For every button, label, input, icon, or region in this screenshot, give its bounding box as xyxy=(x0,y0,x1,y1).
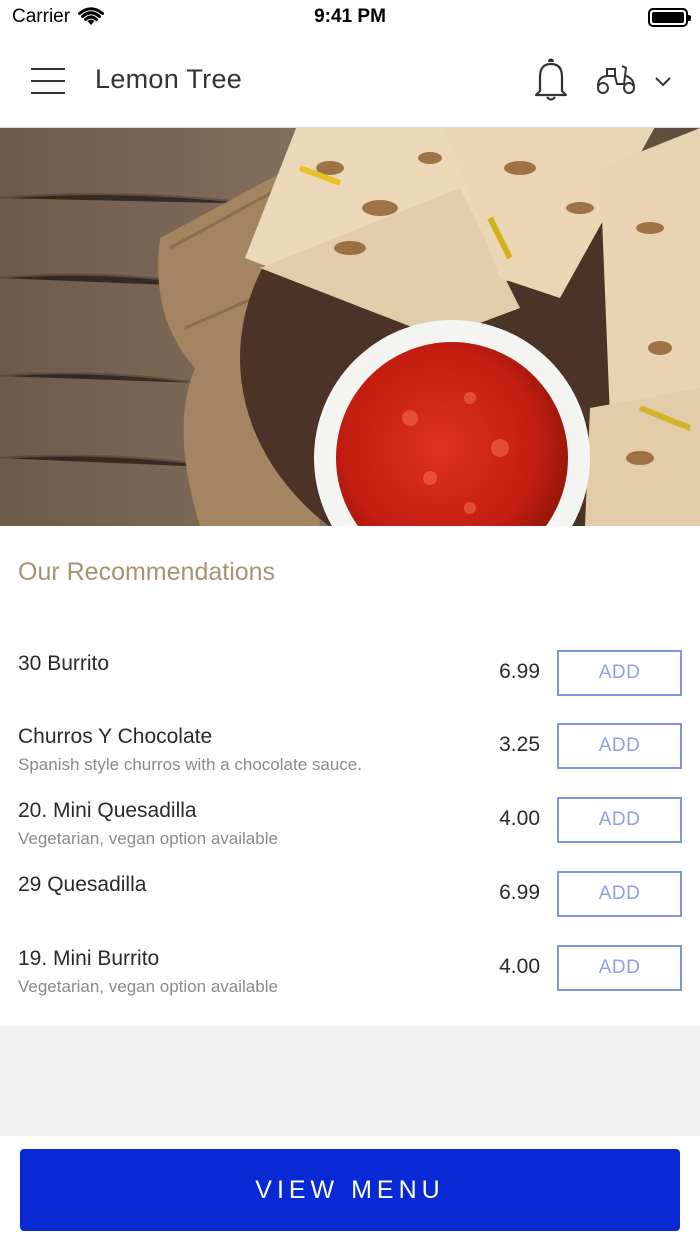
empty-area xyxy=(0,1026,700,1136)
list-item: Churros Y Chocolate Spanish style churro… xyxy=(0,723,700,799)
battery-icon xyxy=(648,7,691,27)
item-price: 4.00 xyxy=(499,807,540,830)
list-item: 29 Quesadilla 6.99 ADD xyxy=(0,871,700,947)
item-description: Vegetarian, vegan option available xyxy=(18,829,278,848)
app-header: Lemon Tree xyxy=(0,34,700,128)
item-price: 6.99 xyxy=(499,881,540,904)
scooter-icon[interactable] xyxy=(595,62,637,96)
status-time: 9:41 PM xyxy=(314,6,386,27)
item-price: 6.99 xyxy=(499,660,540,683)
hero-image xyxy=(0,128,700,526)
item-name: 30 Burrito xyxy=(18,652,110,675)
chevron-down-icon[interactable] xyxy=(652,70,674,92)
status-bar: Carrier 9:41 PM xyxy=(0,0,700,34)
view-menu-button[interactable]: VIEW MENU xyxy=(20,1149,680,1231)
item-description: Spanish style churros with a chocolate s… xyxy=(18,755,362,774)
list-item: 20. Mini Quesadilla Vegetarian, vegan op… xyxy=(0,797,700,873)
add-button[interactable]: ADD xyxy=(557,871,682,917)
list-item: 19. Mini Burrito Vegetarian, vegan optio… xyxy=(0,945,700,1021)
carrier-label: Carrier xyxy=(12,6,71,27)
item-name: Churros Y Chocolate xyxy=(18,725,213,748)
wifi-icon xyxy=(78,7,105,25)
item-name: 19. Mini Burrito xyxy=(18,947,160,970)
add-button[interactable]: ADD xyxy=(557,723,682,769)
footer-bar: VIEW MENU xyxy=(0,1136,700,1244)
item-description: Vegetarian, vegan option available xyxy=(18,977,278,996)
recommendations-section: Our Recommendations 30 Burrito 6.99 ADD … xyxy=(0,526,700,1026)
add-button[interactable]: ADD xyxy=(557,650,682,696)
add-button[interactable]: ADD xyxy=(557,797,682,843)
restaurant-title: Lemon Tree xyxy=(95,64,243,94)
status-left: Carrier xyxy=(12,6,105,28)
menu-icon[interactable] xyxy=(31,68,65,94)
item-name: 29 Quesadilla xyxy=(18,873,147,896)
add-button[interactable]: ADD xyxy=(557,945,682,991)
item-name: 20. Mini Quesadilla xyxy=(18,799,197,822)
item-price: 3.25 xyxy=(499,733,540,756)
item-price: 4.00 xyxy=(499,955,540,978)
section-title: Our Recommendations xyxy=(18,558,276,586)
bell-icon[interactable] xyxy=(532,58,570,102)
list-item: 30 Burrito 6.99 ADD xyxy=(0,650,700,726)
